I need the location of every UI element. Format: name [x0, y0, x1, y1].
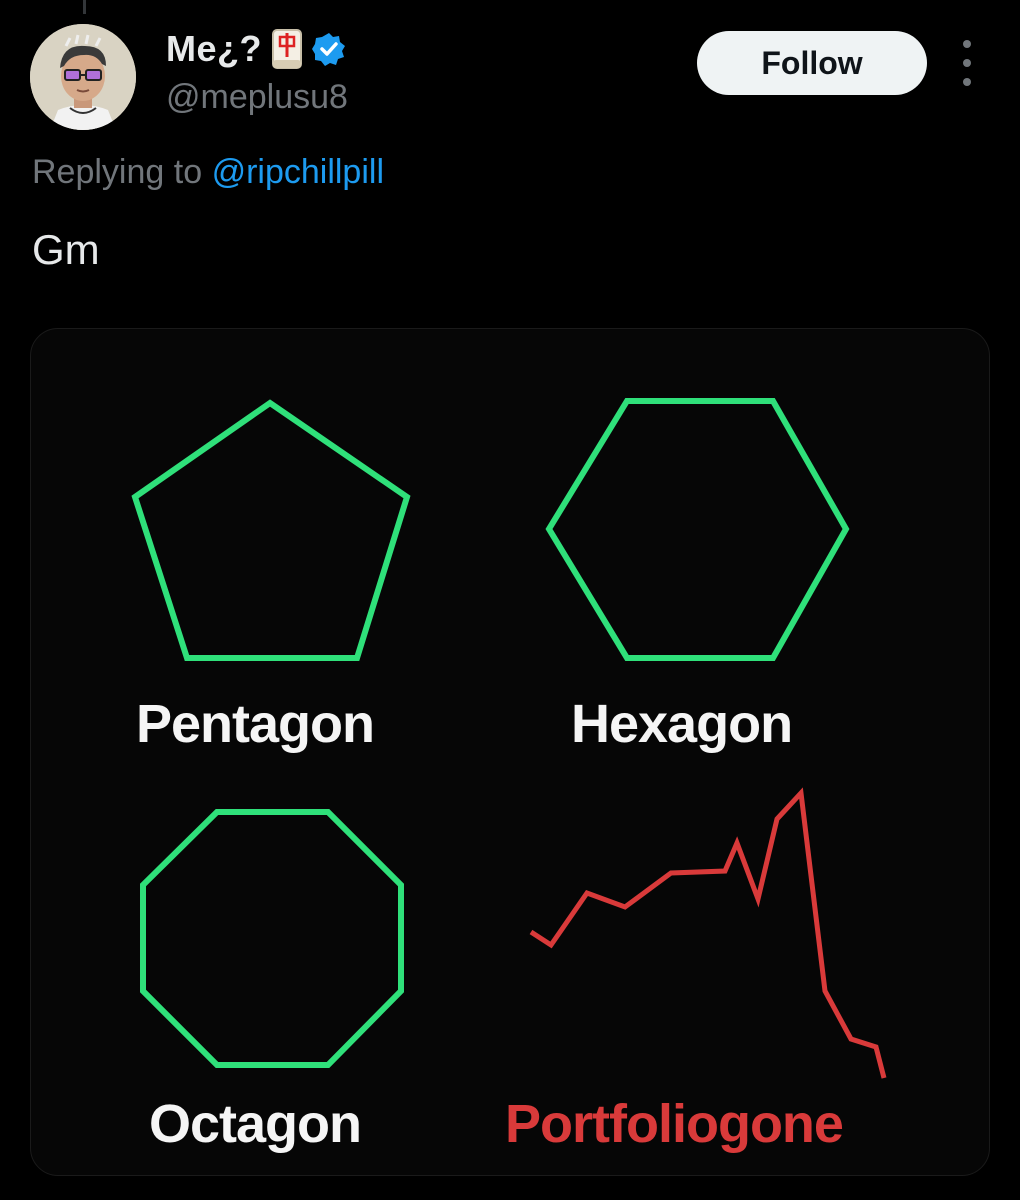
author-handle[interactable]: @meplusu8 — [166, 78, 348, 117]
tweet-media-image[interactable]: Pentagon Hexagon Octagon Portfoliogone — [30, 328, 990, 1176]
portfolio-crash-line — [529, 787, 887, 1079]
author-display-name[interactable]: Me¿? — [166, 28, 262, 70]
verified-badge-icon[interactable] — [312, 32, 346, 66]
tweet-text: Gm — [32, 226, 100, 273]
avatar[interactable] — [30, 24, 136, 130]
avatar-illustration — [30, 24, 136, 130]
replying-to-label: Replying to — [32, 153, 203, 191]
hexagon-shape — [545, 398, 850, 661]
octagon-shape — [140, 809, 404, 1068]
octagon-label: Octagon — [149, 1094, 362, 1154]
more-options-icon[interactable] — [954, 40, 980, 86]
portfolio-label: Portfoliogone — [505, 1094, 844, 1154]
follow-button[interactable]: Follow — [697, 31, 927, 95]
tweet-page: Me¿? @meplusu8 Follow Replying to @ripch… — [0, 0, 1020, 1200]
author-name-row[interactable]: Me¿? — [166, 28, 346, 70]
reply-mention-link[interactable]: @ripchillpill — [212, 153, 384, 191]
pentagon-shape — [131, 399, 411, 661]
thread-connector-line — [83, 0, 86, 14]
mahjong-red-dragon-icon — [272, 29, 302, 69]
hexagon-label: Hexagon — [571, 694, 793, 754]
pentagon-label: Pentagon — [136, 694, 375, 754]
replying-to-line: Replying to @ripchillpill — [32, 153, 384, 192]
